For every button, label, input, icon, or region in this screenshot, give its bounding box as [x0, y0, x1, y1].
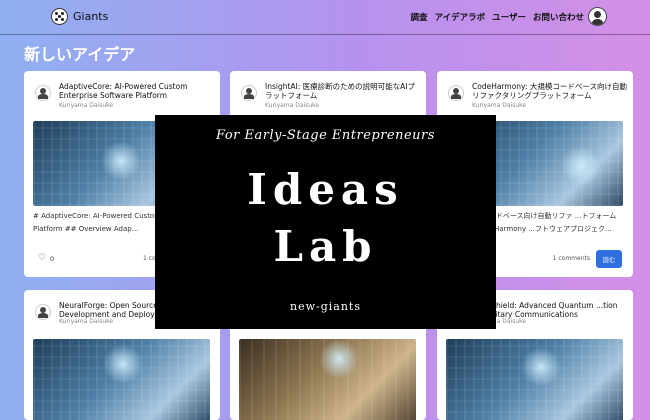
- card-author: Kuriyama Daisuke: [472, 102, 527, 109]
- card-title[interactable]: InsightAI: 医療診断のための説明可能なAIプラットフォーム: [265, 82, 420, 100]
- card-image[interactable]: [239, 339, 416, 420]
- card-header: InsightAI: 医療診断のための説明可能なAIプラットフォーム Kuriy…: [230, 71, 426, 119]
- logo[interactable]: Giants: [51, 8, 108, 25]
- card-header: CodeHarmony: 大規模コードベース向け自動リファクタリングプラットフォ…: [437, 71, 633, 119]
- nav-item-idea-lab[interactable]: アイデアラボ: [435, 11, 486, 23]
- dice-icon: [51, 8, 68, 25]
- author-avatar: [449, 86, 463, 100]
- nav-item-research[interactable]: 調査: [411, 11, 428, 23]
- banner-title-line2: Lab: [273, 222, 378, 271]
- card-author: Kuriyama Daisuke: [59, 102, 114, 109]
- card-author: Kuriyama Daisuke: [59, 318, 114, 325]
- comment-count[interactable]: 1 comments: [553, 255, 590, 262]
- card-title[interactable]: AdaptiveCore: AI-Powered Custom Enterpri…: [59, 82, 214, 100]
- heart-icon[interactable]: ♡: [38, 254, 46, 263]
- card-title[interactable]: CodeHarmony: 大規模コードベース向け自動リファクタリングプラットフォ…: [472, 82, 627, 100]
- main-nav: 調査 アイデアラボ ユーザー お問い合わせ: [411, 11, 584, 23]
- user-avatar[interactable]: [589, 8, 606, 25]
- nav-item-users[interactable]: ユーザー: [492, 11, 526, 23]
- top-header: Giants 調査 アイデアラボ ユーザー お問い合わせ: [0, 0, 650, 35]
- nav-item-contact[interactable]: お問い合わせ: [533, 11, 584, 23]
- logo-text: Giants: [73, 10, 109, 23]
- banner-footer: new-giants: [290, 300, 361, 313]
- card-header: AdaptiveCore: AI-Powered Custom Enterpri…: [24, 71, 220, 119]
- author-avatar: [36, 86, 50, 100]
- like-count: 0: [50, 255, 55, 263]
- read-button[interactable]: 読む: [596, 250, 622, 268]
- page-title: 新しいアイデア: [24, 45, 136, 64]
- card-image[interactable]: [33, 339, 210, 420]
- author-avatar: [36, 305, 50, 319]
- banner-title: Ideas Lab: [155, 161, 496, 275]
- card-author: Kuriyama Daisuke: [265, 102, 320, 109]
- author-avatar: [242, 86, 256, 100]
- ideas-lab-banner: For Early-Stage Entrepreneurs Ideas Lab …: [155, 115, 496, 329]
- card-image[interactable]: [446, 339, 623, 420]
- banner-subtitle: For Early-Stage Entrepreneurs: [216, 128, 435, 143]
- banner-title-line1: Ideas: [247, 165, 404, 214]
